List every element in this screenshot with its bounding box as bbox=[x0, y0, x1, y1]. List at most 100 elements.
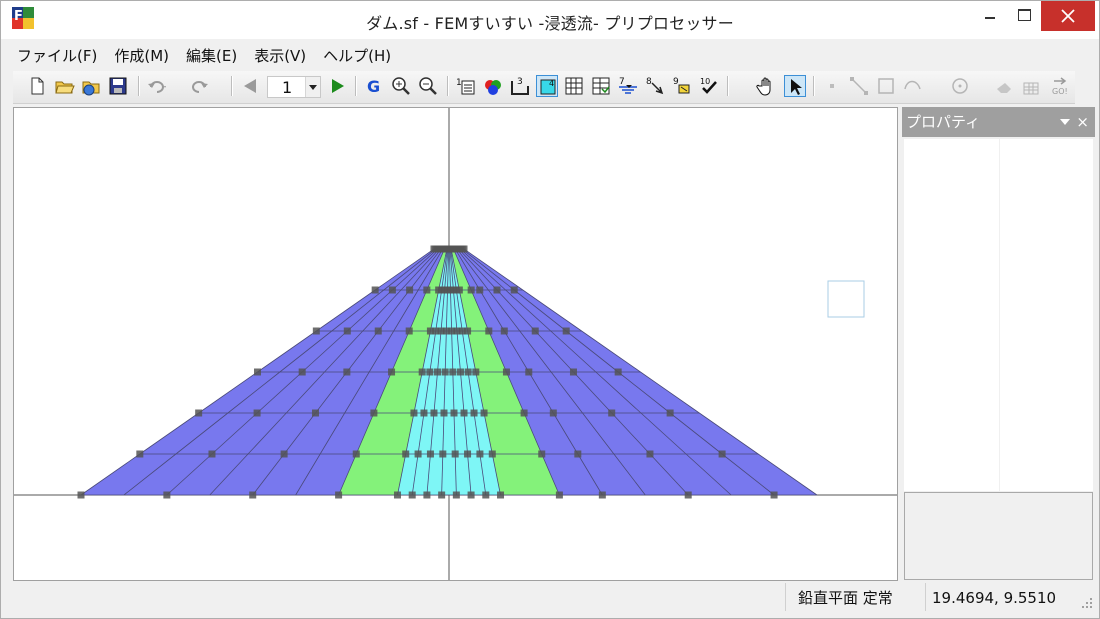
mesh-node[interactable] bbox=[562, 327, 570, 335]
mesh-node[interactable] bbox=[440, 409, 448, 417]
material-color-button[interactable] bbox=[482, 75, 504, 97]
mesh-node[interactable] bbox=[253, 409, 261, 417]
mesh-node[interactable] bbox=[371, 286, 379, 294]
mesh-node[interactable] bbox=[646, 450, 654, 458]
zoom-fit-button[interactable]: G bbox=[363, 75, 385, 97]
mesh-node[interactable] bbox=[312, 327, 320, 335]
mesh-node[interactable] bbox=[423, 491, 431, 499]
chevron-down-icon[interactable] bbox=[305, 77, 320, 97]
mesh-node[interactable] bbox=[500, 327, 508, 335]
mesh-node[interactable] bbox=[485, 327, 493, 335]
maximize-button[interactable] bbox=[1007, 1, 1041, 31]
mesh-node[interactable] bbox=[450, 409, 458, 417]
mesh-node[interactable] bbox=[482, 491, 490, 499]
step-selector[interactable]: 1 bbox=[267, 76, 321, 98]
mesh-node[interactable] bbox=[311, 409, 319, 417]
table-button[interactable] bbox=[590, 75, 612, 97]
mesh-node[interactable] bbox=[464, 450, 472, 458]
grid-button[interactable] bbox=[563, 75, 585, 97]
mesh-node[interactable] bbox=[455, 286, 463, 294]
menu-edit[interactable]: 編集(E) bbox=[178, 41, 246, 69]
previous-step-button[interactable] bbox=[239, 75, 261, 97]
curve-tool-button[interactable] bbox=[902, 75, 924, 97]
check-button[interactable]: 10 bbox=[698, 75, 720, 97]
element-number-button[interactable]: 3 bbox=[509, 75, 531, 97]
mesh-node[interactable] bbox=[430, 409, 438, 417]
go-button[interactable]: GO! bbox=[1049, 75, 1071, 97]
mesh-node[interactable] bbox=[472, 368, 480, 376]
mesh-node[interactable] bbox=[510, 286, 518, 294]
menu-file[interactable]: ファイル(F) bbox=[9, 41, 106, 69]
water-level-button[interactable]: 7 bbox=[617, 75, 639, 97]
circle-tool-button[interactable] bbox=[949, 75, 971, 97]
mesh-node[interactable] bbox=[464, 327, 472, 335]
mesh-node[interactable] bbox=[502, 368, 510, 376]
menu-create[interactable]: 作成(M) bbox=[106, 41, 178, 69]
next-step-button[interactable] bbox=[327, 75, 349, 97]
select-button[interactable] bbox=[784, 75, 806, 97]
zoom-in-button[interactable] bbox=[390, 75, 412, 97]
mesh-node[interactable] bbox=[402, 450, 410, 458]
mesh-node[interactable] bbox=[408, 491, 416, 499]
mesh-node[interactable] bbox=[460, 409, 468, 417]
mesh-node[interactable] bbox=[195, 409, 203, 417]
mesh-node[interactable] bbox=[136, 450, 144, 458]
mesh-node[interactable] bbox=[370, 409, 378, 417]
property-grid[interactable] bbox=[904, 139, 1093, 491]
mesh-node[interactable] bbox=[280, 450, 288, 458]
redo-button[interactable] bbox=[188, 75, 210, 97]
mesh-node[interactable] bbox=[420, 409, 428, 417]
mesh-node[interactable] bbox=[718, 450, 726, 458]
mesh-node[interactable] bbox=[434, 368, 442, 376]
mesh-node[interactable] bbox=[335, 491, 343, 499]
boundary-button[interactable]: 8 bbox=[644, 75, 666, 97]
mesh-node[interactable] bbox=[249, 491, 257, 499]
mesh-node[interactable] bbox=[470, 409, 478, 417]
mesh-node[interactable] bbox=[374, 327, 382, 335]
new-file-button[interactable] bbox=[26, 75, 48, 97]
mesh-node[interactable] bbox=[441, 368, 449, 376]
mesh-node[interactable] bbox=[388, 368, 396, 376]
line-tool-button[interactable] bbox=[848, 75, 870, 97]
mesh-node[interactable] bbox=[77, 491, 85, 499]
property-panel-header[interactable]: プロパティ × bbox=[902, 107, 1095, 137]
mesh-node[interactable] bbox=[405, 327, 413, 335]
mesh-node[interactable] bbox=[569, 368, 577, 376]
mesh-node[interactable] bbox=[467, 491, 475, 499]
resize-grip-icon[interactable] bbox=[1081, 597, 1093, 609]
mesh-node[interactable] bbox=[614, 368, 622, 376]
mesh-node[interactable] bbox=[598, 491, 606, 499]
property-panel-close[interactable]: × bbox=[1076, 107, 1089, 137]
mesh-node[interactable] bbox=[464, 368, 472, 376]
mesh-node[interactable] bbox=[343, 327, 351, 335]
mesh-node[interactable] bbox=[460, 245, 468, 253]
mesh-node[interactable] bbox=[555, 491, 563, 499]
mesh-node[interactable] bbox=[476, 286, 484, 294]
minimize-button[interactable] bbox=[973, 1, 1007, 31]
mesh-node[interactable] bbox=[456, 368, 464, 376]
mesh-node[interactable] bbox=[684, 491, 692, 499]
point-tool-button[interactable] bbox=[821, 75, 843, 97]
mesh-node[interactable] bbox=[452, 491, 460, 499]
dam-mesh-view[interactable] bbox=[14, 108, 898, 581]
mesh-node[interactable] bbox=[480, 409, 488, 417]
pan-button[interactable] bbox=[756, 75, 778, 97]
mesh-node[interactable] bbox=[493, 286, 501, 294]
mesh-node[interactable] bbox=[208, 450, 216, 458]
mesh-node[interactable] bbox=[608, 409, 616, 417]
save-button[interactable] bbox=[107, 75, 129, 97]
mesh-node[interactable] bbox=[410, 409, 418, 417]
zoom-out-button[interactable] bbox=[417, 75, 439, 97]
drawing-canvas[interactable] bbox=[13, 107, 898, 581]
mesh-node[interactable] bbox=[497, 491, 505, 499]
mesh-node[interactable] bbox=[525, 368, 533, 376]
mesh-node[interactable] bbox=[467, 286, 475, 294]
mesh-node[interactable] bbox=[426, 450, 434, 458]
mesh-node[interactable] bbox=[388, 286, 396, 294]
mesh-node[interactable] bbox=[352, 450, 360, 458]
mesh-node[interactable] bbox=[476, 450, 484, 458]
mesh-generate-button[interactable] bbox=[1021, 75, 1043, 97]
mesh-node[interactable] bbox=[488, 450, 496, 458]
menu-view[interactable]: 表示(V) bbox=[246, 41, 315, 69]
open-file-button[interactable] bbox=[53, 75, 75, 97]
